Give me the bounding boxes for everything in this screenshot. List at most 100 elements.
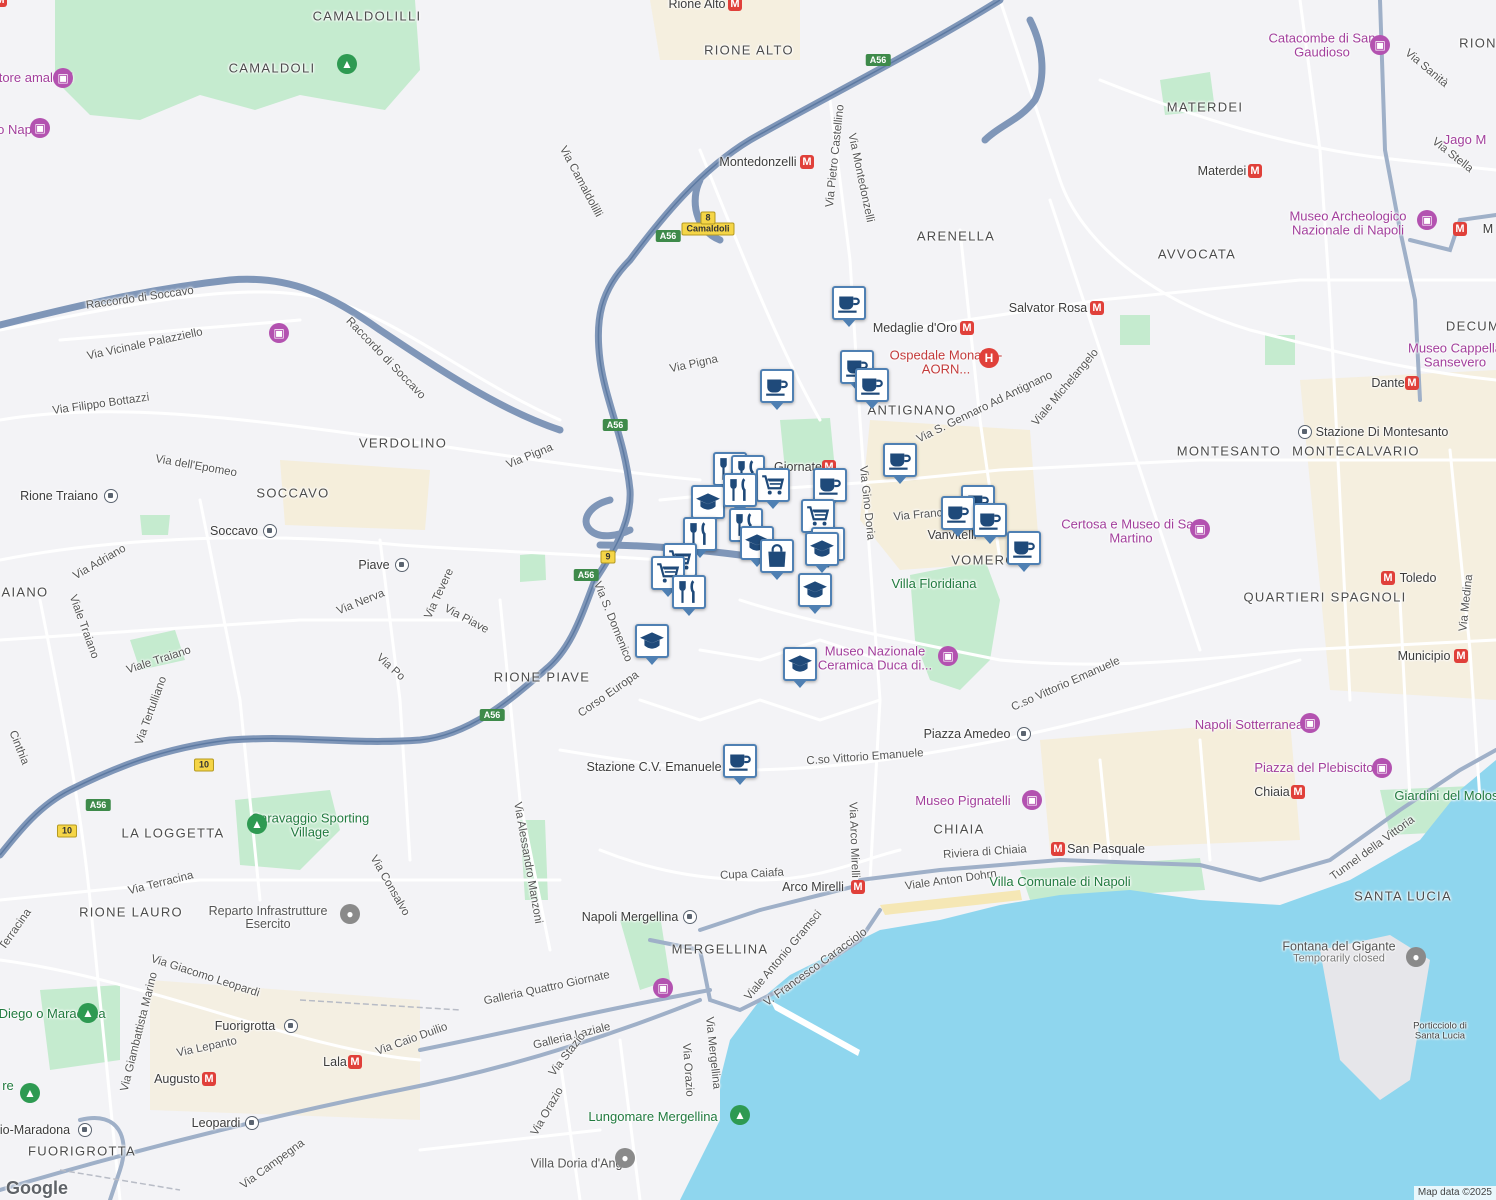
- station-label-municipio-st[interactable]: Municipio: [1398, 650, 1451, 663]
- station-label-piazza-amedeo-st[interactable]: Piazza Amedeo: [924, 728, 1011, 741]
- result-marker-shop[interactable]: [760, 539, 794, 573]
- result-marker-cafe[interactable]: [973, 503, 1007, 537]
- station-label-rione-traiano-st[interactable]: Rione Traiano: [20, 490, 98, 503]
- station-label-napoli-mergellina-st[interactable]: Napoli Mergellina: [582, 911, 679, 924]
- poi-label-museo-ceramica[interactable]: Museo Nazionale Ceramica Duca di...: [800, 644, 950, 671]
- poi-label-piazza-plebiscito[interactable]: Piazza del Plebiscito: [1239, 761, 1389, 775]
- poi-name: re: [2, 1078, 14, 1094]
- poi-label-villa-comunale[interactable]: Villa Comunale di Napoli: [985, 875, 1135, 889]
- result-marker-cafe[interactable]: [723, 744, 757, 778]
- poi-label-reparto-infrastrutture[interactable]: Reparto Infrastrutture Esercito: [193, 904, 343, 931]
- poi-label-museo-archeologico[interactable]: Museo Archeologico Nazionale di Napoli: [1273, 209, 1423, 236]
- station-label-leopardi-st[interactable]: Leopardi: [192, 1117, 241, 1130]
- map-attribution: Map data ©2025: [1413, 1186, 1496, 1200]
- result-marker-school[interactable]: [783, 647, 817, 681]
- result-marker-restaurant[interactable]: [723, 473, 757, 507]
- park-icon[interactable]: ▲: [337, 54, 357, 74]
- neighborhood-label-soccavo: SOCCAVO: [256, 485, 330, 501]
- station-label-stadio-maradona-st[interactable]: io-Maradona: [0, 1124, 70, 1137]
- poi-label-villa-floridiana[interactable]: Villa Floridiana: [859, 577, 1009, 591]
- museum-icon[interactable]: ▣: [30, 118, 50, 138]
- museum-icon[interactable]: ▣: [1372, 758, 1392, 778]
- station-label-piave-st[interactable]: Piave: [358, 559, 389, 572]
- coffee-cup-icon: [859, 372, 885, 398]
- museum-icon[interactable]: ▣: [1190, 519, 1210, 539]
- museum-icon[interactable]: ▣: [1022, 790, 1042, 810]
- park-icon[interactable]: ▲: [247, 814, 267, 834]
- poi-label-porticciolo[interactable]: Porticciolo di Santa Lucia: [1400, 1021, 1480, 1041]
- result-marker-cafe[interactable]: [883, 443, 917, 477]
- park-icon[interactable]: ▲: [730, 1105, 750, 1125]
- station-label-chiaia-st[interactable]: Chiaia: [1254, 786, 1289, 799]
- station-label-stazione-montesanto[interactable]: Stazione Di Montesanto: [1316, 426, 1449, 439]
- station-label-san-pasquale-st[interactable]: San Pasquale: [1067, 843, 1145, 856]
- hospital-icon[interactable]: H: [979, 348, 999, 368]
- park-icon[interactable]: ▲: [78, 1003, 98, 1023]
- graduation-cap-icon: [695, 489, 721, 515]
- result-marker-cafe[interactable]: [832, 286, 866, 320]
- train-station-icon: [104, 489, 118, 503]
- station-label-salvator-rosa-st[interactable]: Salvator Rosa: [1009, 302, 1088, 315]
- result-marker-restaurant[interactable]: [672, 575, 706, 609]
- station-label-soccavo-st[interactable]: Soccavo: [210, 525, 258, 538]
- poi-label-jago-museum[interactable]: Jago M: [1390, 133, 1496, 147]
- museum-icon[interactable]: ▣: [1300, 713, 1320, 733]
- road-shield-exit-10-1: 10: [193, 758, 215, 772]
- result-marker-cafe[interactable]: [855, 368, 889, 402]
- station-label-montedonzelli-st[interactable]: Montedonzelli: [719, 156, 796, 169]
- park-patch-6: [1120, 315, 1150, 345]
- station-label-fuorigrotta-st[interactable]: Fuorigrotta: [215, 1020, 275, 1033]
- result-marker-shop[interactable]: [756, 468, 790, 502]
- station-label-medaglie-doro-st[interactable]: Medaglie d'Oro: [873, 322, 957, 335]
- poi-name: Museo Pignatelli: [915, 793, 1011, 809]
- poi-name: Villa Floridiana: [891, 576, 977, 592]
- poi-name: Catacombe di San Gaudioso: [1268, 30, 1376, 59]
- neighborhood-label-materdei: MATERDEI: [1166, 99, 1244, 115]
- neighborhood-label-montesanto: MONTESANTO: [1176, 443, 1282, 459]
- metro-icon: M: [1405, 376, 1419, 390]
- museum-icon[interactable]: ▣: [653, 978, 673, 998]
- poi-status: Temporarily closed: [1293, 952, 1385, 965]
- result-marker-school[interactable]: [691, 485, 725, 519]
- station-label-stazione-cv-emanuele[interactable]: Stazione C.V. Emanuele: [586, 761, 721, 774]
- result-marker-cafe[interactable]: [1007, 531, 1041, 565]
- station-label-arco-mirelli-st[interactable]: Arco Mirelli: [782, 881, 844, 894]
- result-marker-school[interactable]: [635, 624, 669, 658]
- station-label-lala-st[interactable]: Lala: [323, 1056, 347, 1069]
- poi-label-parco-edge[interactable]: re: [0, 1079, 83, 1093]
- museum-icon[interactable]: ▣: [269, 323, 289, 343]
- landmark-icon[interactable]: ●: [340, 904, 360, 924]
- poi-label-salvatore-camaldoli[interactable]: alvatore amaldoli: [0, 71, 99, 85]
- station-label-materdei-st[interactable]: Materdei: [1198, 165, 1247, 178]
- poi-label-fontana-gigante[interactable]: Fontana del Gigante Temporarily closed: [1264, 940, 1414, 966]
- result-marker-cafe[interactable]: [941, 496, 975, 530]
- poi-label-giardini-molosiglio[interactable]: Giardini del Molosiglio: [1383, 789, 1496, 803]
- poi-label-museo-cappella-sansevero[interactable]: Museo Cappella Sansevero: [1380, 341, 1496, 368]
- station-label-rione-alto-st[interactable]: Rione Alto: [669, 0, 726, 10]
- google-logo: Google: [6, 1178, 68, 1198]
- metro-icon: M: [1051, 842, 1065, 856]
- result-marker-school[interactable]: [798, 573, 832, 607]
- poi-label-certosa-san-martino[interactable]: Certosa e Museo di San Martino: [1056, 517, 1206, 544]
- museum-icon[interactable]: ▣: [53, 68, 73, 88]
- landmark-icon[interactable]: ●: [615, 1148, 635, 1168]
- result-marker-school[interactable]: [805, 532, 839, 566]
- result-marker-cafe[interactable]: [760, 369, 794, 403]
- station-label-dante-st[interactable]: Dante: [1371, 377, 1404, 390]
- museum-icon[interactable]: ▣: [1417, 210, 1437, 230]
- poi-label-museo-pignatelli[interactable]: Museo Pignatelli: [888, 794, 1038, 808]
- metro-icon: M: [1248, 164, 1262, 178]
- coffee-cup-icon: [1011, 535, 1037, 561]
- result-marker-cafe[interactable]: [813, 468, 847, 502]
- station-label-toledo-st[interactable]: Toledo: [1400, 572, 1437, 585]
- map-canvas[interactable]: CAMALDOLILLI RIONE ALTO CAMALDOLI MATERDEI A…: [0, 0, 1496, 1200]
- poi-label-lungomare-mergellina[interactable]: Lungomare Mergellina: [578, 1110, 728, 1124]
- museum-icon[interactable]: ▣: [938, 646, 958, 666]
- museum-icon[interactable]: ▣: [1370, 35, 1390, 55]
- station-label-m-edge-st[interactable]: M: [1483, 223, 1493, 236]
- coffee-cup-icon: [945, 500, 971, 526]
- station-label-augusto-st[interactable]: Augusto: [154, 1073, 200, 1086]
- poi-label-ospedale[interactable]: Ospedale Monaldi - AORN...: [871, 348, 1021, 375]
- park-icon[interactable]: ▲: [20, 1083, 40, 1103]
- landmark-icon[interactable]: ●: [1406, 947, 1426, 967]
